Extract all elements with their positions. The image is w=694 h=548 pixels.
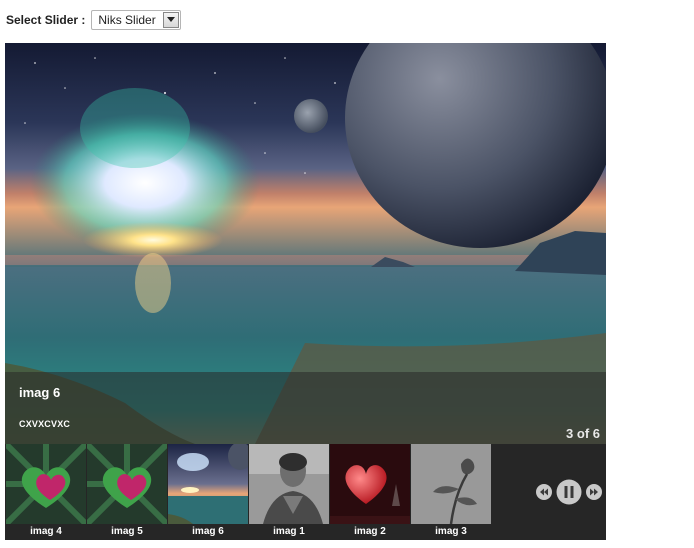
thumbnail-label: imag 3 — [435, 526, 467, 537]
thumbnail-item[interactable]: imag 5 — [87, 444, 167, 540]
fast-forward-icon — [586, 484, 602, 500]
slider-controls — [536, 479, 602, 505]
slide-counter: 3 of 6 — [566, 426, 600, 441]
thumbnail-item[interactable]: imag 3 — [411, 444, 491, 540]
pause-button[interactable] — [556, 479, 582, 505]
thumbnail-label: imag 1 — [273, 526, 305, 537]
thumbnail-label: imag 4 — [30, 526, 62, 537]
slide-title: imag 6 — [19, 385, 61, 400]
portrait-image-thumbnail — [249, 444, 329, 524]
sunset-image-thumbnail — [168, 444, 248, 524]
thumbnail-strip: imag 4 imag 5 imag 6 imag 1 imag 2 imag … — [5, 444, 606, 540]
thumbnail-item[interactable]: imag 4 — [6, 444, 86, 540]
image-slider: imag 6 CXVXCVXC 3 of 6 imag 4 imag 5 ima… — [5, 43, 606, 540]
rose-image-thumbnail — [411, 444, 491, 524]
heart-image-thumbnail — [6, 444, 86, 524]
thumbnail-label: imag 6 — [192, 526, 224, 537]
thumbnail-item[interactable]: imag 6 — [168, 444, 248, 540]
chevron-down-icon[interactable] — [163, 12, 180, 28]
slider-select-value: Niks Slider — [98, 13, 156, 27]
next-button[interactable] — [586, 484, 602, 500]
slider-select[interactable]: Niks Slider — [91, 10, 182, 30]
rewind-icon — [536, 484, 552, 500]
slide-caption: imag 6 CXVXCVXC 3 of 6 — [5, 372, 606, 444]
previous-button[interactable] — [536, 484, 552, 500]
select-slider-label: Select Slider : — [6, 13, 86, 27]
thumbnail-label: imag 2 — [354, 526, 386, 537]
thumbnail-item[interactable]: imag 2 — [330, 444, 410, 540]
heart-image-thumbnail — [87, 444, 167, 524]
thumbnail-item[interactable]: imag 1 — [249, 444, 329, 540]
pause-icon — [556, 479, 582, 505]
slide-description: CXVXCVXC — [19, 419, 71, 429]
slider-select-row: Select Slider : Niks Slider — [6, 9, 182, 31]
thumbnail-label: imag 5 — [111, 526, 143, 537]
red-heart-image-thumbnail — [330, 444, 410, 524]
